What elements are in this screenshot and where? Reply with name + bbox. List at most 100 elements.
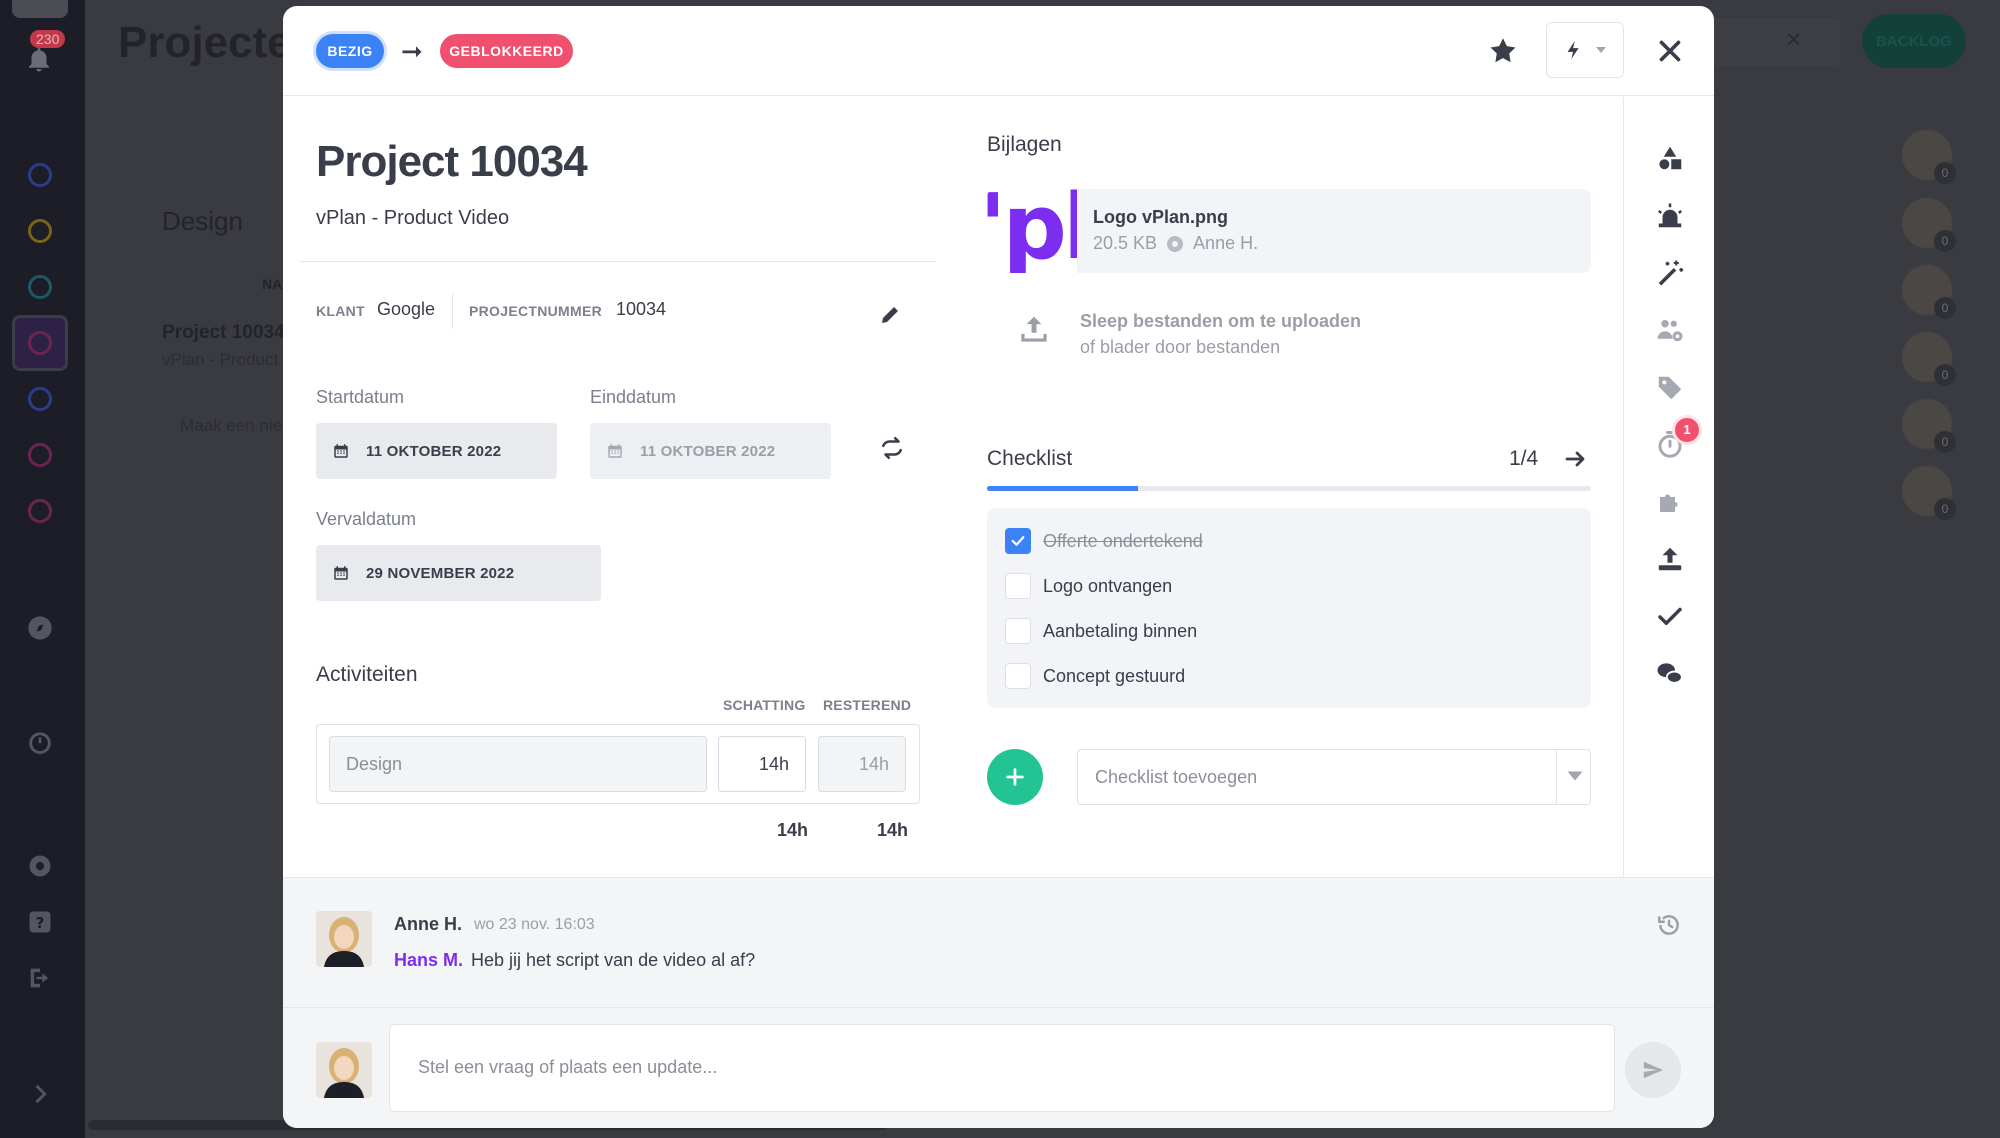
chevron-right-icon[interactable] [26, 1080, 54, 1108]
star-icon[interactable] [1486, 34, 1520, 68]
background-clear-icon[interactable]: × [1786, 24, 1801, 55]
attachment-file-name: Logo vPlan.png [1093, 207, 1228, 227]
checkbox-checked[interactable] [1005, 528, 1031, 554]
workspace-dot-magenta[interactable] [28, 443, 52, 467]
user-avatar[interactable] [12, 0, 68, 18]
compass-icon[interactable] [26, 614, 54, 642]
settings-icon[interactable] [26, 852, 54, 880]
checklist-add-placeholder: Checklist toevoegen [1095, 767, 1258, 787]
background-search-box[interactable] [1700, 18, 1840, 66]
end-date-field[interactable]: 11 OKTOBER 2022 [590, 423, 831, 479]
remaining-column-header: RESTEREND [823, 697, 912, 713]
attachment-owner: Anne H. [1193, 233, 1259, 253]
checklist-progress-fill [987, 486, 1138, 491]
magic-wand-icon[interactable] [1655, 258, 1685, 288]
modal-body: Project 10034 vPlan - Product Video KLAN… [283, 97, 1714, 877]
automation-dropdown[interactable] [1546, 22, 1624, 78]
upload-tray-icon[interactable] [1655, 544, 1685, 574]
arrow-right-icon: ➞ [401, 36, 423, 66]
svg-text:?: ? [36, 914, 45, 932]
attachment-file-size: 20.5 KB [1093, 233, 1158, 253]
caret-down-icon[interactable] [1566, 766, 1584, 786]
checklist-item[interactable]: Offerte ondertekend [1005, 528, 1203, 554]
team-avatar[interactable]: 0 [1900, 128, 1956, 184]
checkbox[interactable] [1005, 663, 1031, 689]
comment-input-placeholder: Stel een vraag of plaats een update... [418, 1057, 718, 1077]
checklist-item[interactable]: Aanbetaling binnen [1005, 618, 1197, 644]
edit-pencil-icon[interactable] [878, 303, 902, 327]
check-icon[interactable] [1655, 602, 1685, 632]
checkbox[interactable] [1005, 573, 1031, 599]
checkbox[interactable] [1005, 618, 1031, 644]
checklist-progress-bar [987, 486, 1591, 491]
add-checklist-button[interactable] [987, 749, 1043, 805]
activity-estimate-field[interactable]: 14h [718, 736, 806, 792]
team-avatar-count: 0 [1934, 431, 1956, 453]
arrow-right-icon[interactable] [1564, 447, 1588, 471]
help-icon[interactable]: ? [26, 908, 54, 936]
team-avatar[interactable]: 0 [1900, 196, 1956, 252]
upload-icon[interactable] [1019, 313, 1049, 345]
attachment-card[interactable]: 'plc Logo vPlan.png 20.5 KB Anne H. [987, 189, 1591, 273]
activity-name-field[interactable]: Design [329, 736, 707, 792]
workspace-dot-teal[interactable] [28, 275, 52, 299]
team-avatar[interactable]: 0 [1900, 397, 1956, 453]
checklist-item-label: Logo ontvangen [1043, 575, 1173, 596]
logout-icon[interactable] [26, 964, 54, 992]
status-geblokkeerd-badge[interactable]: GEBLOKKEERD [440, 34, 573, 68]
checklist-item[interactable]: Logo ontvangen [1005, 573, 1172, 599]
upload-browse-link[interactable]: of blader door bestanden [1080, 337, 1280, 358]
workspace-dot-navy[interactable] [28, 387, 52, 411]
comment-message: Hans M. Heb jij het script van de video a… [394, 950, 755, 971]
send-button[interactable] [1625, 1042, 1681, 1098]
alarm-light-icon[interactable] [1655, 201, 1685, 231]
left-rail: 230 ? [0, 0, 85, 1138]
team-avatar[interactable]: 0 [1900, 330, 1956, 386]
shapes-icon[interactable] [1655, 143, 1685, 173]
attachments-title: Bijlagen [987, 133, 1062, 156]
background-create-item[interactable]: Maak een nie [180, 416, 282, 436]
background-column-header: NA [262, 276, 283, 292]
project-modal: BEZIG ➞ GEBLOKKEERD Project 10034 vPlan … [283, 6, 1714, 1128]
project-subtitle: vPlan - Product Video [316, 207, 510, 229]
status-bezig-badge[interactable]: BEZIG [316, 34, 384, 68]
repeat-icon[interactable] [879, 435, 905, 461]
team-avatar-count: 0 [1934, 230, 1956, 252]
background-project-card-title[interactable]: Project 10034 [162, 322, 285, 344]
estimate-total: 14h [777, 820, 809, 840]
workspace-dot-purple[interactable] [28, 331, 52, 355]
select-separator [1556, 750, 1557, 804]
workspace-dot-yellow[interactable] [28, 219, 52, 243]
backlog-button[interactable]: BACKLOG [1862, 14, 1966, 68]
users-cog-icon[interactable] [1655, 315, 1685, 345]
close-icon[interactable] [1653, 34, 1687, 68]
checklist-items: Offerte ondertekend Logo ontvangen Aanbe… [987, 508, 1591, 708]
user-dot-icon [1167, 235, 1184, 252]
mention-link[interactable]: Hans M. [394, 950, 463, 970]
history-icon[interactable] [1656, 912, 1682, 938]
upload-drop-text[interactable]: Sleep bestanden om te uploaden [1080, 311, 1361, 332]
start-date-field[interactable]: 11 OKTOBER 2022 [316, 423, 557, 479]
workspace-dot-blue[interactable] [28, 163, 52, 187]
comments-icon[interactable] [1655, 659, 1685, 689]
calendar-icon [334, 566, 348, 580]
team-avatar[interactable]: 0 [1900, 263, 1956, 319]
puzzle-icon[interactable] [1655, 487, 1685, 517]
checklist-item[interactable]: Concept gestuurd [1005, 663, 1185, 689]
timer-icon[interactable] [26, 728, 54, 756]
bell-icon[interactable] [24, 44, 54, 74]
due-date-field[interactable]: 29 NOVEMBER 2022 [316, 545, 601, 601]
team-avatar-count: 0 [1934, 498, 1956, 520]
checklist-count: 1/4 [1509, 447, 1539, 470]
team-avatar[interactable]: 0 [1900, 464, 1956, 520]
workspace-dot-pink[interactable] [28, 499, 52, 523]
team-avatar-count: 0 [1934, 364, 1956, 386]
modal-header: BEZIG ➞ GEBLOKKEERD [283, 6, 1714, 96]
checklist-add-select[interactable]: Checklist toevoegen [1077, 749, 1591, 805]
comment-author[interactable]: Anne H. [394, 914, 462, 935]
estimate-column-header: SCHATTING [723, 697, 806, 713]
comment-input[interactable]: Stel een vraag of plaats een update... [389, 1024, 1615, 1112]
activity-remaining-field: 14h [818, 736, 906, 792]
tag-icon[interactable] [1655, 373, 1685, 403]
start-date-label: Startdatum [316, 387, 405, 407]
